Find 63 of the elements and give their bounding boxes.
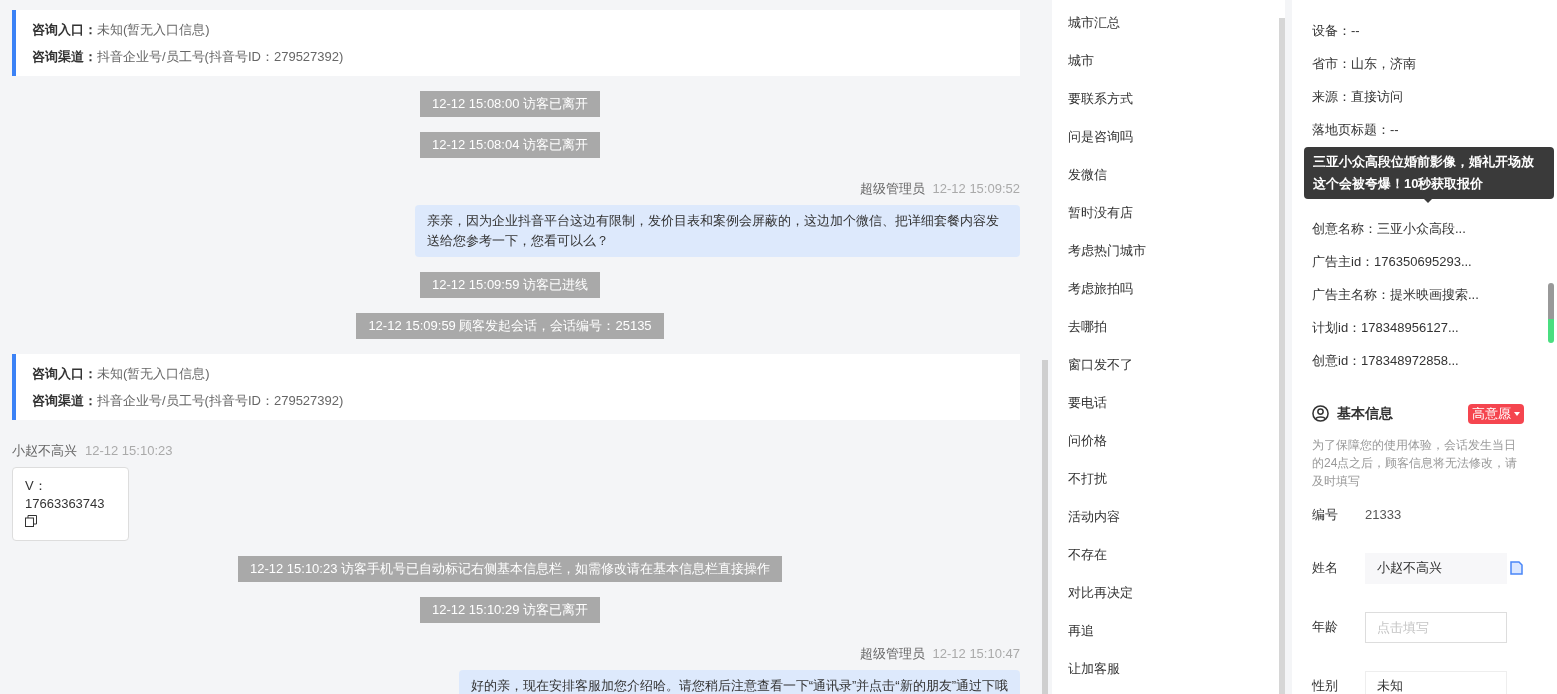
inquiry-info-line: 咨询渠道：抖音企业号/员工号(抖音号ID：279527392) [32,48,345,66]
system-notice: 12-12 15:09:59 顾客发起会话，会话编号：25135 [356,313,664,339]
system-notice: 12-12 15:09:59 访客已进线 [419,272,601,298]
visit-info-line: 省市：山东，济南 [1312,55,1417,73]
field-label: 编号 [1312,506,1339,524]
scrollbar[interactable] [1279,18,1285,694]
section-title: 基本信息 [1337,404,1393,423]
sender-name: 超级管理员 [859,181,925,197]
quick-reply-item[interactable]: 窗口发不了 [1068,346,1279,384]
field-label: 性别 [1312,677,1339,694]
quick-reply-item[interactable]: 再追 [1068,612,1279,650]
field-value: 21333 [1365,506,1402,524]
quick-reply-item[interactable]: 问是咨询吗 [1068,118,1279,156]
visit-info-line: 创意id：178348972858... [1312,352,1460,370]
scrollbar[interactable] [1548,283,1554,343]
notice-text: 为了保障您的使用体验，会话发生当日的24点之后，顾客信息将无法修改，请及时填写 [1312,437,1519,490]
system-notice: 12-12 15:10:29 访客已离开 [419,597,601,623]
system-notice: 12-12 15:10:23 访客手机号已自动标记右侧基本信息栏，如需修改请在基本信息栏直接操作 [237,556,783,582]
visit-info-line: 设备：-- [1312,22,1361,40]
visit-info-line: 广告主名称：提米映画搜索... [1312,286,1480,304]
visit-info-line: 广告主id：176350695293... [1312,253,1473,271]
field-label: 姓名 [1312,559,1339,578]
quick-reply-item[interactable]: 问价格 [1068,422,1279,460]
quick-reply-item[interactable]: 不存在 [1068,536,1279,574]
quick-reply-item[interactable]: 对比再决定 [1068,574,1279,612]
quick-reply-item[interactable]: 要联系方式 [1068,80,1279,118]
caret-icon [1514,411,1520,416]
message-bubble: 亲亲，因为企业抖音平台这边有限制，发价目表和案例会屏蔽的，这边加个微信、把详细套餐内容发送给您参考一下，您看可以么？ [415,205,1020,257]
quick-reply-item[interactable]: 让加客服 [1068,650,1279,688]
quick-reply-item[interactable]: 城市 [1068,42,1279,80]
quick-reply-item[interactable]: 城市汇总 [1068,4,1279,42]
intent-tag-dropdown[interactable]: 高意愿 [1468,403,1524,424]
quick-reply-item[interactable]: 去哪拍 [1068,308,1279,346]
name-field[interactable]: 小赵不高兴 [1365,552,1507,584]
quick-reply-item[interactable]: 活动内容 [1068,498,1279,536]
user-icon [1312,405,1329,422]
gender-select[interactable]: 未知 [1365,670,1507,694]
message-bubble: V：17663363743 [12,467,129,541]
visit-info-line: 计划id：178348956127... [1312,319,1460,337]
scrollbar[interactable] [1042,360,1048,694]
message-time: 12-12 15:10:47 [932,646,1020,662]
quick-reply-item[interactable]: 要电话 [1068,384,1279,422]
inquiry-info-line: 咨询渠道：抖音企业号/员工号(抖音号ID：279527392) [32,392,345,410]
document-icon[interactable] [1510,561,1523,575]
quick-reply-item[interactable]: 考虑旅拍吗 [1068,270,1279,308]
inquiry-info-line: 咨询入口：未知(暂无入口信息) [32,21,211,39]
field-label: 年龄 [1312,618,1339,637]
message-time: 12-12 15:09:52 [932,181,1020,197]
visit-info-line: 创意名称：三亚小众高段... [1312,220,1467,238]
quick-reply-item[interactable]: 发微信 [1068,156,1279,194]
system-notice: 12-12 15:08:00 访客已离开 [419,91,601,117]
message-time: 12-12 15:10:23 [85,443,173,459]
visit-info-line: 落地页标题：-- [1312,121,1400,139]
quick-reply-item[interactable]: 暂时没有店 [1068,194,1279,232]
system-notice: 12-12 15:08:04 访客已离开 [419,132,601,158]
copy-icon[interactable] [25,515,37,527]
quick-reply-item[interactable]: 不打扰 [1068,460,1279,498]
quick-reply-item[interactable]: 考虑热门城市 [1068,232,1279,270]
sender-name: 小赵不高兴 [12,443,77,459]
sender-name: 超级管理员 [859,646,925,662]
inquiry-info-line: 咨询入口：未知(暂无入口信息) [32,365,211,383]
visit-info-line: 来源：直接访问 [1312,88,1404,106]
message-bubble: 好的亲，现在安排客服加您介绍哈。请您稍后注意查看一下“通讯录”并点击“新的朋友”通过下哦 [458,670,1020,694]
